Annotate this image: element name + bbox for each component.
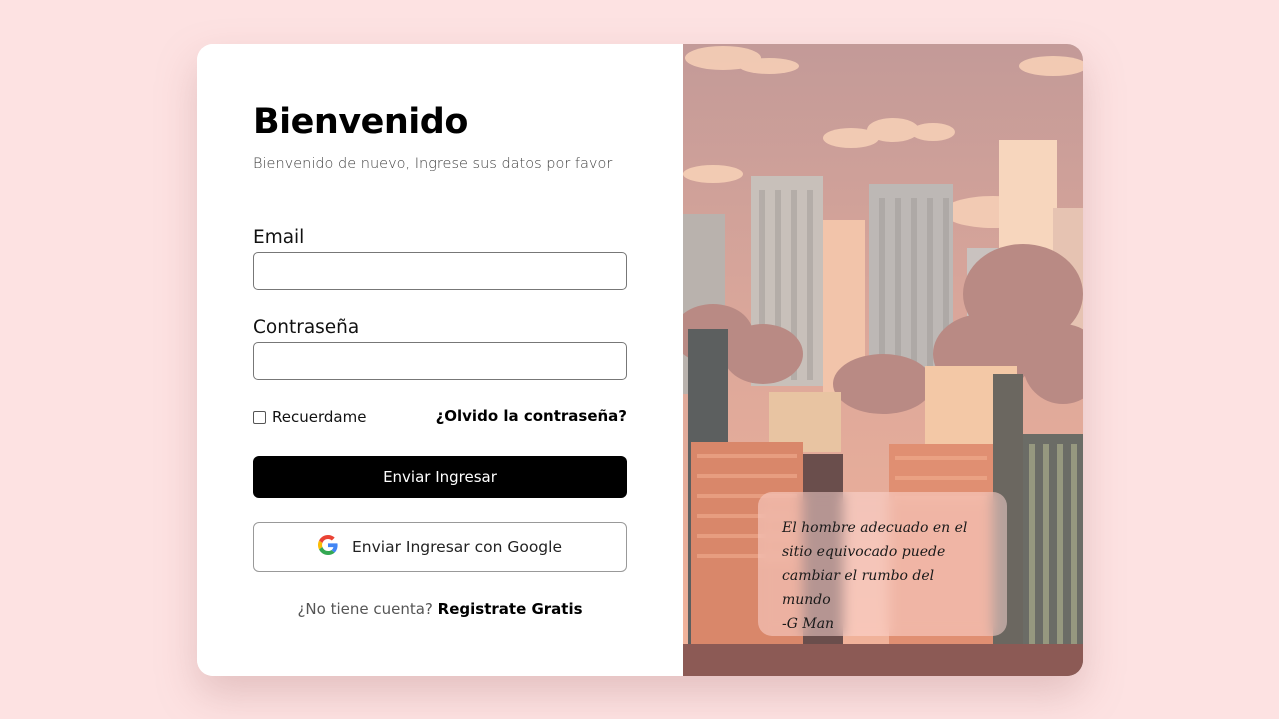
quote-line: cambiar el rumbo del mundo	[782, 568, 935, 608]
login-panel: Bienvenido Bienvenido de nuevo, Ingrese …	[197, 44, 683, 676]
quote-line: El hombre adecuado en el	[782, 520, 968, 536]
google-button-label: Enviar Ingresar con Google	[352, 538, 562, 556]
email-label: Email	[253, 227, 305, 248]
signup-link[interactable]: Registrate Gratis	[438, 600, 583, 618]
submit-button-label: Enviar Ingresar	[383, 468, 497, 486]
quote-author: -G Man	[782, 616, 835, 632]
signup-text: ¿No tiene cuenta?	[297, 600, 433, 618]
forgot-password-link[interactable]: ¿Olvido la contraseña?	[436, 407, 627, 425]
remember-me: Recuerdame	[253, 408, 366, 426]
quote-card: El hombre adecuado en el sitio equivocad…	[758, 492, 1007, 636]
signup-prompt: ¿No tiene cuenta? Registrate Gratis	[197, 600, 683, 618]
google-signin-button[interactable]: Enviar Ingresar con Google	[253, 522, 627, 572]
login-card: Bienvenido Bienvenido de nuevo, Ingrese …	[197, 44, 1083, 676]
email-input[interactable]	[253, 252, 627, 290]
password-input[interactable]	[253, 342, 627, 380]
submit-button[interactable]: Enviar Ingresar	[253, 456, 627, 498]
page-subtitle: Bienvenido de nuevo, Ingrese sus datos p…	[253, 156, 613, 172]
google-icon	[318, 535, 338, 559]
password-label: Contraseña	[253, 317, 360, 338]
remember-label: Recuerdame	[272, 408, 367, 426]
page-title: Bienvenido	[253, 102, 468, 142]
hero-panel: El hombre adecuado en el sitio equivocad…	[683, 44, 1083, 676]
quote-line: sitio equivocado puede	[782, 544, 946, 560]
remember-checkbox[interactable]	[253, 410, 266, 424]
